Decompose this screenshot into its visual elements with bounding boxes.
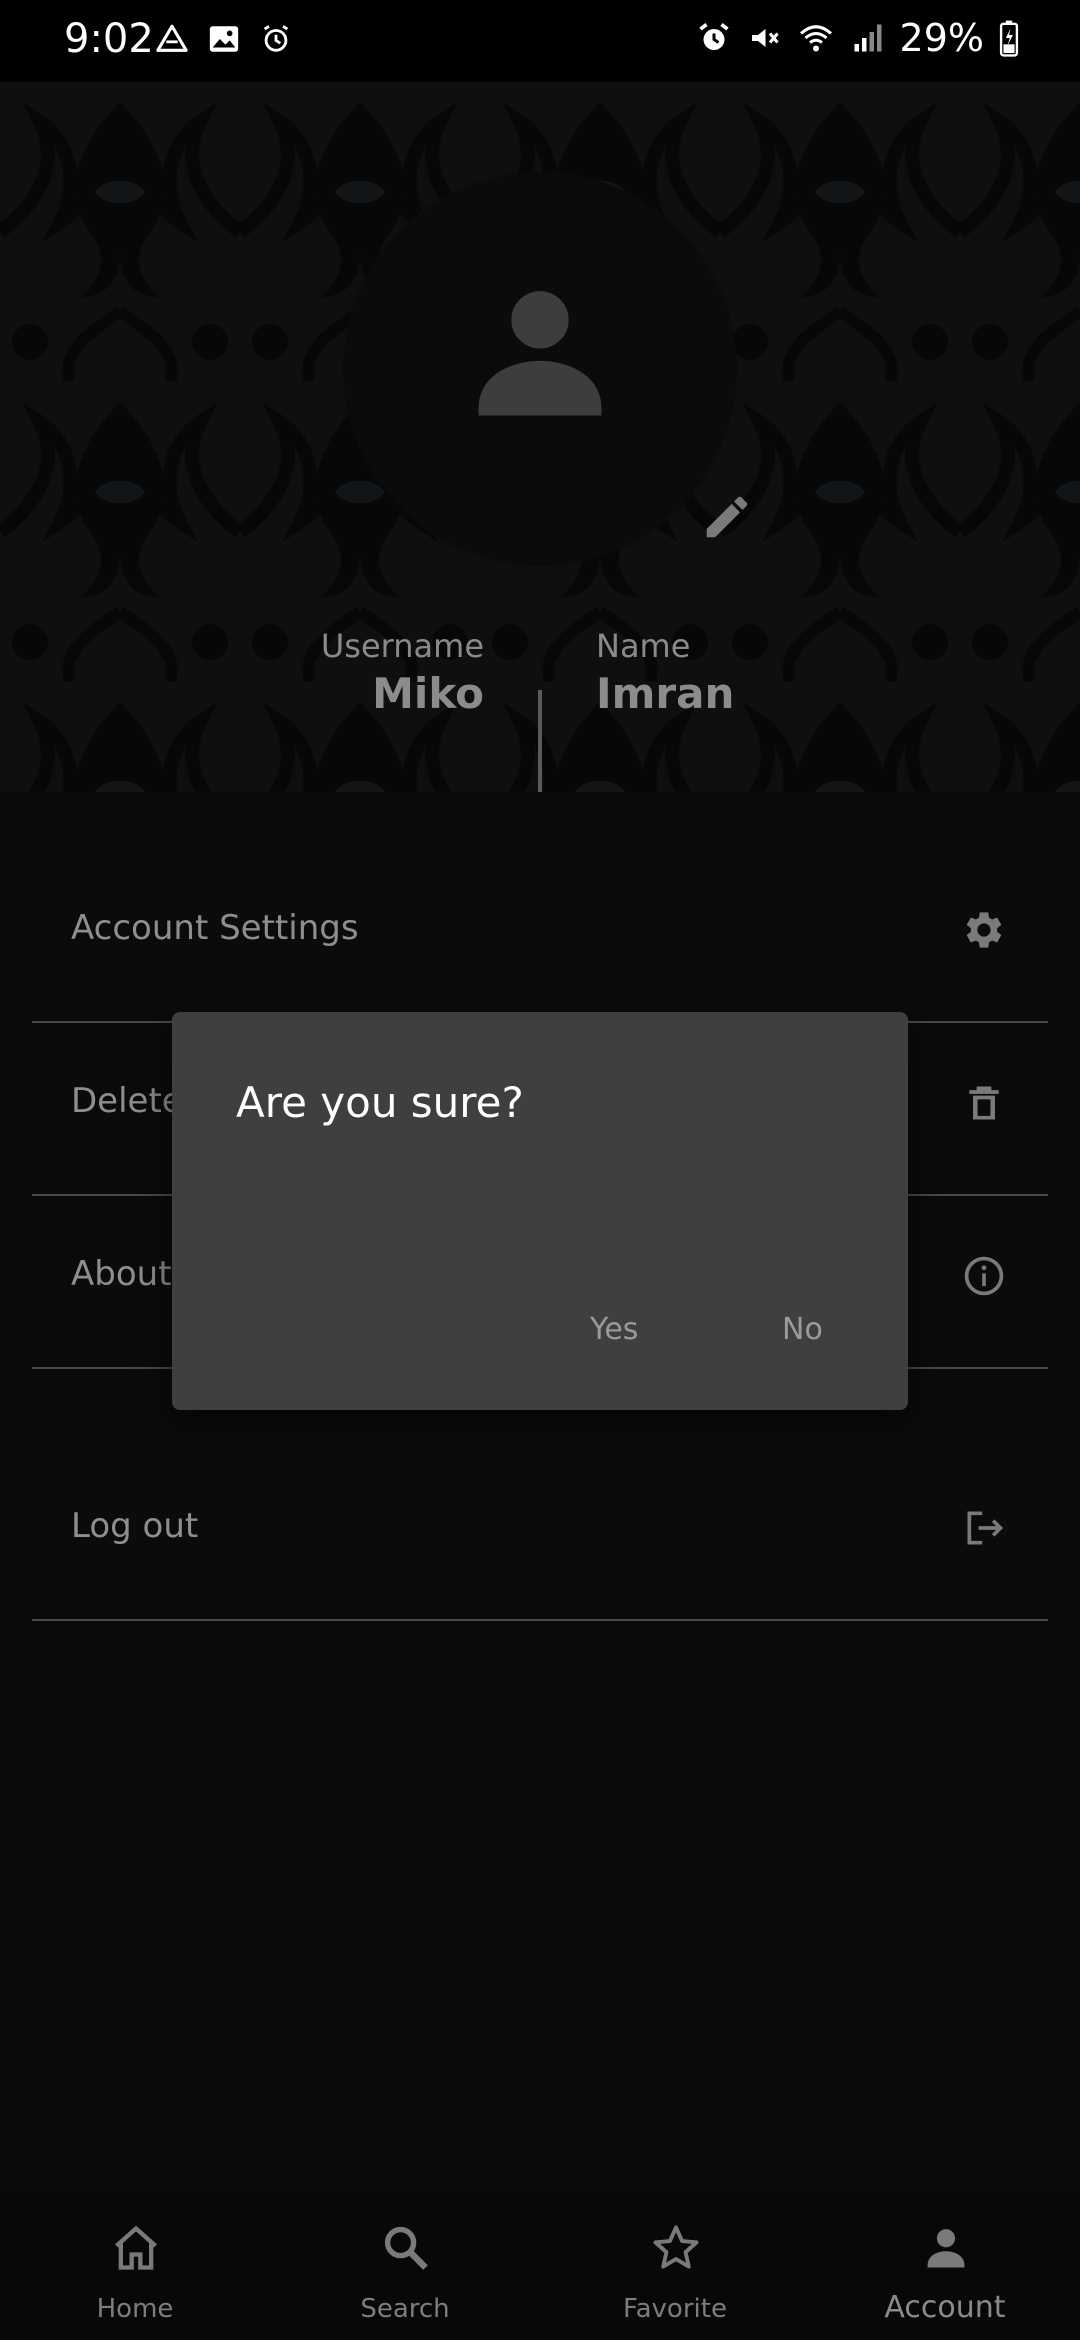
nav-label: Favorite bbox=[623, 2294, 727, 2324]
info-icon bbox=[962, 1254, 1006, 1302]
profile-header: Username Miko Name Imran bbox=[0, 82, 1080, 792]
nav-home[interactable]: Home bbox=[0, 2192, 270, 2340]
bottom-navigation: Home Search Favorite Account bbox=[0, 2192, 1080, 2340]
menu-item-label: Delete bbox=[71, 1081, 183, 1121]
nav-label: Search bbox=[360, 2294, 450, 2324]
name-value: Imran bbox=[596, 669, 735, 718]
nav-label: Home bbox=[96, 2294, 174, 2324]
username-label: Username bbox=[320, 627, 484, 665]
status-bar: 9:02 29% bbox=[0, 0, 1080, 82]
name-label: Name bbox=[596, 627, 691, 665]
name-stat: Name Imran bbox=[596, 627, 734, 718]
nav-account[interactable]: Account bbox=[810, 2192, 1080, 2340]
edit-icon[interactable] bbox=[700, 490, 754, 548]
yes-button[interactable]: Yes bbox=[590, 1312, 638, 1347]
confirm-dialog: Are you sure? Yes No bbox=[172, 1012, 908, 1410]
menu-item-label: Account Settings bbox=[71, 908, 359, 948]
menu-item-account-settings[interactable]: Account Settings bbox=[32, 850, 1048, 1023]
star-icon bbox=[650, 2222, 702, 2278]
gear-icon bbox=[962, 908, 1006, 956]
battery-charging-icon bbox=[998, 19, 1020, 57]
dialog-title: Are you sure? bbox=[236, 1078, 524, 1127]
avatar[interactable] bbox=[343, 172, 737, 566]
battery-percent: 29% bbox=[899, 16, 984, 60]
menu-item-label: Log out bbox=[71, 1506, 199, 1546]
logout-section: Log out bbox=[32, 1448, 1048, 1621]
nav-favorite[interactable]: Favorite bbox=[540, 2192, 810, 2340]
no-button[interactable]: No bbox=[782, 1312, 823, 1347]
menu-item-label: About bbox=[71, 1254, 172, 1294]
menu-item-logout[interactable]: Log out bbox=[32, 1448, 1048, 1621]
search-icon bbox=[380, 2222, 432, 2278]
vibrate-mute-icon bbox=[746, 20, 782, 56]
signal-icon bbox=[850, 20, 886, 56]
nav-label: Account bbox=[884, 2290, 1006, 2325]
trash-icon bbox=[962, 1081, 1006, 1129]
username-value: Miko bbox=[372, 669, 484, 718]
username-stat: Username Miko bbox=[321, 627, 484, 718]
gallery-icon bbox=[207, 22, 241, 56]
account-icon bbox=[920, 2222, 972, 2278]
status-time: 9:02 bbox=[64, 16, 154, 62]
home-icon bbox=[110, 2222, 162, 2278]
person-icon bbox=[478, 291, 602, 416]
logout-icon bbox=[962, 1506, 1006, 1554]
drive-icon bbox=[155, 22, 189, 56]
alarm-icon bbox=[696, 20, 732, 56]
nav-search[interactable]: Search bbox=[270, 2192, 540, 2340]
alarm-icon bbox=[259, 22, 293, 56]
stat-divider bbox=[538, 690, 542, 792]
wifi-icon bbox=[796, 20, 836, 56]
